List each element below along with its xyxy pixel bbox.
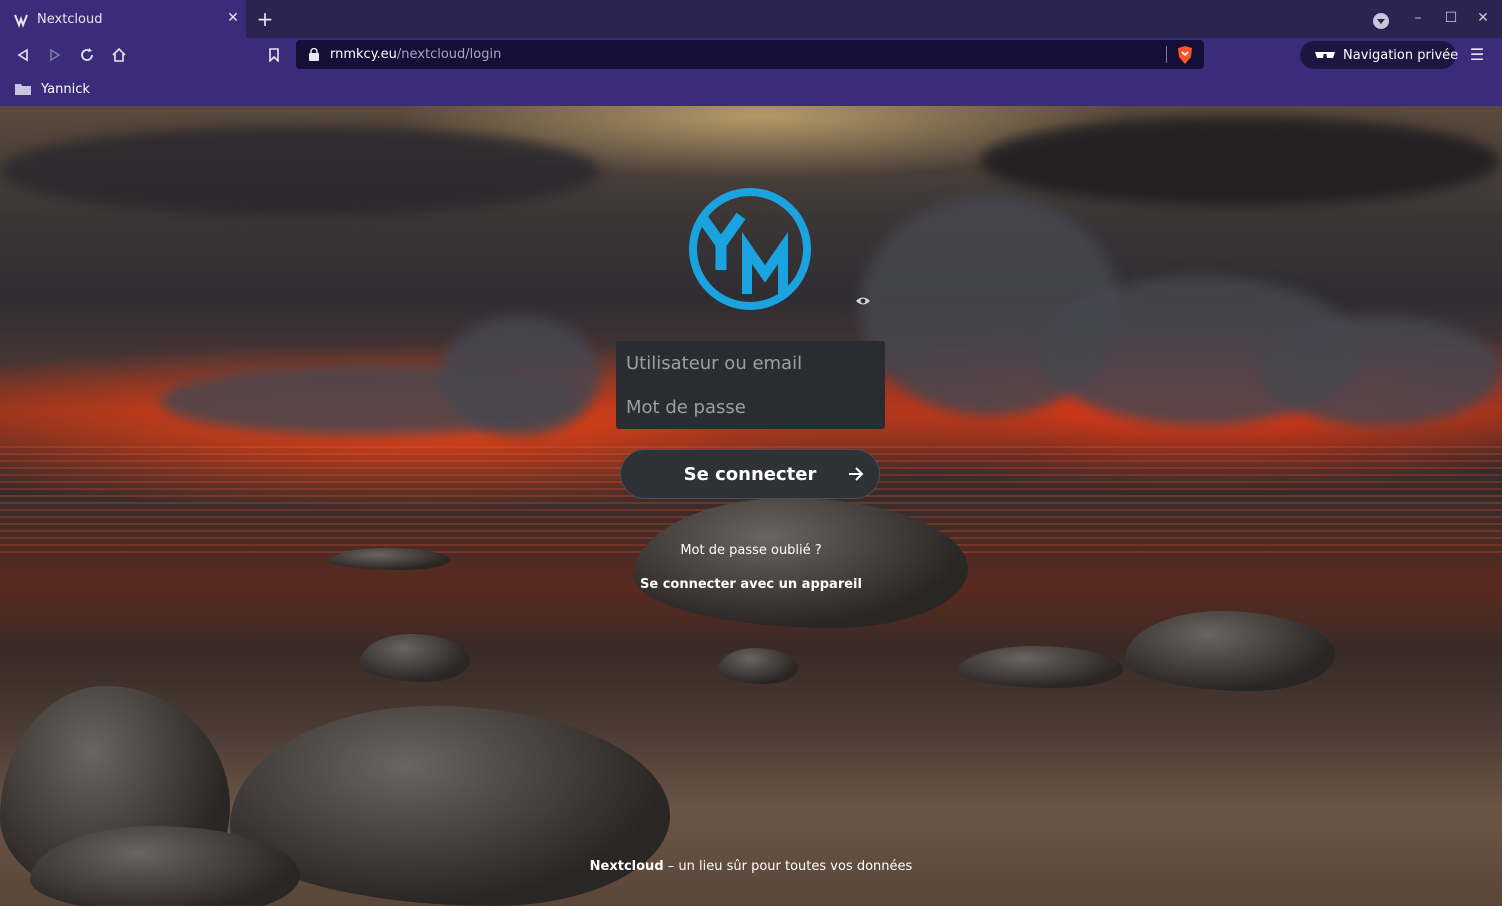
private-browsing-indicator[interactable]: Navigation privée: [1300, 41, 1459, 69]
bookmark-folder-label: Yannick: [41, 81, 90, 97]
device-login-link[interactable]: Se connecter avec un appareil: [640, 577, 862, 592]
home-icon[interactable]: [108, 44, 130, 66]
folder-icon: [15, 84, 31, 95]
url-host: rnmkcy.eu: [330, 47, 397, 62]
tab-title: Nextcloud: [37, 12, 103, 27]
url-path: /nextcloud/login: [396, 47, 502, 62]
close-window-icon[interactable]: ✕: [1473, 8, 1493, 28]
tab-close-icon[interactable]: ✕: [224, 9, 242, 27]
lock-icon[interactable]: [308, 48, 320, 61]
ym-logo: [689, 188, 811, 310]
back-icon[interactable]: [12, 44, 34, 66]
nextcloud-favicon-icon: [14, 14, 28, 28]
address-bar[interactable]: rnmkcy.eu/nextcloud/login: [296, 40, 1204, 69]
hamburger-menu-icon[interactable]: ☰: [1467, 45, 1487, 65]
tabs-dropdown-icon[interactable]: [1373, 13, 1389, 29]
url-separator: [1166, 46, 1167, 63]
password-field-wrapper: [616, 385, 885, 429]
arrow-right-icon: [849, 467, 864, 481]
username-field-wrapper: [616, 341, 885, 385]
forward-icon[interactable]: [44, 44, 66, 66]
footer-brand-link[interactable]: Nextcloud: [590, 859, 664, 874]
minimize-icon[interactable]: –: [1408, 8, 1428, 28]
login-submit-button[interactable]: Se connecter: [620, 449, 880, 499]
footer-tagline: – un lieu sûr pour toutes vos données: [663, 859, 913, 874]
password-input[interactable]: [616, 385, 885, 429]
private-glasses-icon: [1315, 52, 1335, 58]
bookmark-icon[interactable]: [263, 44, 285, 66]
bookmarks-bar: Yannick: [0, 72, 1502, 106]
url-text[interactable]: rnmkcy.eu/nextcloud/login: [330, 47, 501, 62]
reload-icon[interactable]: [76, 44, 98, 66]
private-browsing-label: Navigation privée: [1343, 48, 1459, 63]
brave-shields-icon[interactable]: [1176, 45, 1194, 65]
login-page: Se connecter Mot de passe oublié ? Se co…: [0, 106, 1502, 906]
maximize-icon[interactable]: ☐: [1441, 8, 1461, 28]
forgot-password-link-row: Mot de passe oublié ?: [0, 543, 1502, 558]
browser-titlebar: Nextcloud ✕ + – ☐ ✕: [0, 0, 1502, 38]
login-submit-label: Se connecter: [683, 463, 817, 485]
device-login-link-row: Se connecter avec un appareil: [0, 577, 1502, 592]
username-input[interactable]: [616, 341, 885, 385]
new-tab-icon[interactable]: +: [256, 9, 274, 29]
forgot-password-link[interactable]: Mot de passe oublié ?: [680, 543, 821, 558]
show-password-eye-icon[interactable]: [855, 295, 871, 307]
bookmark-folder-yannick[interactable]: Yannick: [14, 78, 90, 100]
page-footer: Nextcloud – un lieu sûr pour toutes vos …: [0, 859, 1502, 874]
browser-toolbar: rnmkcy.eu/nextcloud/login Navigation pri…: [0, 38, 1502, 72]
login-form: [616, 341, 885, 429]
tab-nextcloud[interactable]: Nextcloud ✕: [0, 0, 246, 38]
